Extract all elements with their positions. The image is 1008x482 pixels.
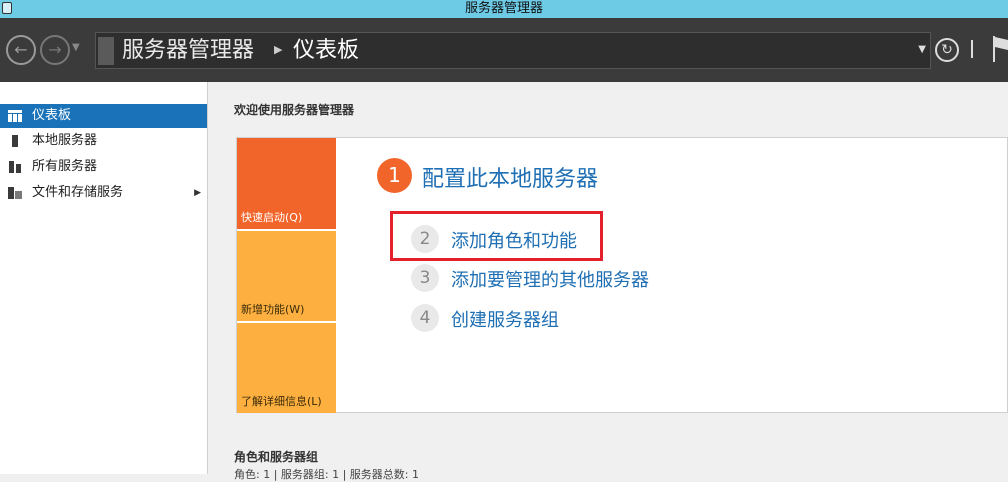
roles-section-title: 角色和服务器组 [234, 450, 319, 464]
servers-icon [9, 161, 21, 173]
tile-label: 快速启动(Q) [241, 211, 303, 224]
sidebar-item-label: 所有服务器 [32, 159, 98, 174]
breadcrumb-grip [98, 37, 114, 65]
step-number-1: 1 [377, 158, 412, 193]
step-configure-local-server[interactable]: 配置此本地服务器 [422, 161, 598, 193]
roles-section-counts: 角色: 1 | 服务器组: 1 | 服务器总数: 1 [234, 468, 420, 481]
welcome-heading: 欢迎使用服务器管理器 [234, 103, 355, 117]
breadcrumb-dropdown-icon[interactable]: ▼ [918, 44, 926, 55]
highlight-annotation-box [390, 211, 603, 261]
expand-arrow-icon[interactable]: ▶ [194, 181, 201, 205]
tile-quick-start[interactable]: 快速启动(Q) [237, 138, 336, 229]
step-add-other-servers[interactable]: 添加要管理的其他服务器 [451, 266, 649, 292]
history-dropdown-icon[interactable]: ▼ [72, 42, 80, 53]
welcome-panel: 快速启动(Q) 新增功能(W) 了解详细信息(L) 1 配置此本地服务器 2 添… [236, 137, 1008, 413]
forward-arrow-icon[interactable]: → [40, 35, 70, 65]
tile-label: 新增功能(W) [241, 303, 305, 316]
sidebar-item-label: 本地服务器 [32, 133, 98, 148]
window-title: 服务器管理器 [464, 1, 543, 16]
breadcrumb[interactable]: 服务器管理器 ▶ 仪表板 ▼ [95, 32, 931, 69]
storage-icon [8, 187, 22, 199]
sidebar-item-dashboard[interactable]: 仪表板 [0, 104, 207, 128]
sidebar-item-all-servers[interactable]: 所有服务器 [0, 155, 207, 179]
refresh-icon[interactable]: ↻ [935, 38, 959, 62]
nav-divider [971, 40, 973, 58]
server-icon [12, 135, 18, 147]
sidebar-item-local-server[interactable]: 本地服务器 [0, 129, 207, 153]
step-number-4: 4 [411, 304, 439, 332]
sidebar-item-label: 仪表板 [32, 108, 72, 123]
notifications-flag-icon[interactable] [992, 36, 1008, 62]
tile-label: 了解详细信息(L) [241, 395, 322, 408]
sidebar-item-file-storage[interactable]: 文件和存储服务 ▶ [0, 181, 207, 205]
tile-learn-more[interactable]: 了解详细信息(L) [237, 323, 336, 413]
sidebar-item-label: 文件和存储服务 [32, 185, 124, 200]
breadcrumb-server-manager[interactable]: 服务器管理器 [122, 35, 254, 66]
nav-bar: ← → ▼ 服务器管理器 ▶ 仪表板 ▼ ↻ [0, 18, 1008, 82]
step-create-server-group[interactable]: 创建服务器组 [451, 306, 559, 332]
dashboard-main: 欢迎使用服务器管理器 快速启动(Q) 新增功能(W) 了解详细信息(L) 1 配… [209, 82, 1008, 481]
step-number-3: 3 [411, 264, 439, 292]
back-arrow-icon[interactable]: ← [6, 35, 36, 65]
dashboard-icon [8, 110, 22, 122]
tile-whats-new[interactable]: 新增功能(W) [237, 231, 336, 321]
sidebar: 仪表板 本地服务器 所有服务器 文件和存储服务 ▶ [0, 82, 208, 474]
title-bar: 服务器管理器 [0, 0, 1008, 18]
breadcrumb-dashboard[interactable]: 仪表板 [293, 35, 359, 66]
breadcrumb-separator-icon: ▶ [274, 43, 283, 56]
